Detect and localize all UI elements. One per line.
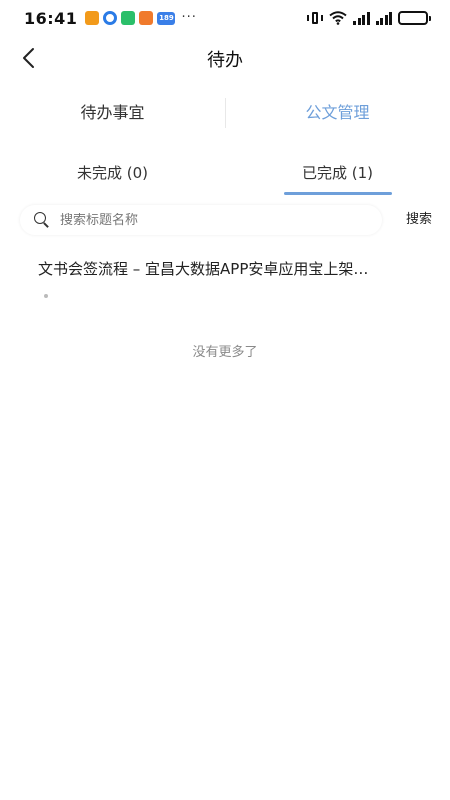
loading-dot [44,294,48,298]
settings-notification-icon [103,11,118,25]
message-notification-icon [121,11,136,25]
signal-strength-2-icon [375,11,392,25]
wifi-icon [329,11,347,25]
status-time: 16:41 [24,8,78,28]
no-more-text: 没有更多了 [192,345,258,360]
list-item[interactable]: 文书会签流程 – 宜昌大数据APP安卓应用宝上架… [38,254,418,284]
search-input[interactable] [60,212,360,228]
app-notification-icon [85,11,100,25]
battery-icon [398,11,431,25]
tab-incomplete[interactable]: 未完成 (0) [0,156,225,198]
tab-completed-label: 已完成 (1) [301,164,374,182]
search-box[interactable] [20,205,382,235]
signal-strength-icon [353,11,370,25]
status-tabs: 未完成 (0) 已完成 (1) [0,156,450,198]
search-button[interactable]: 搜索 [406,205,432,235]
carrier-189-icon: 189 [157,11,176,25]
chat-notification-icon [139,11,154,25]
list-item-title: 文书会签流程 – 宜昌大数据APP安卓应用宝上架… [38,260,369,278]
more-notifications-icon: ··· [181,10,197,25]
vibrate-icon [307,11,323,25]
status-bar: 16:41 189 ··· [0,0,450,36]
nav-bar: 待办 [0,36,450,80]
tab-pending-items[interactable]: 待办事宜 [0,92,225,134]
search-icon [34,212,50,228]
top-tabs: 待办事宜 公文管理 [0,92,450,134]
search-bar: 搜索 [20,205,432,235]
notification-icons: 189 ··· [85,11,196,25]
tab-document-management[interactable]: 公文管理 [225,92,450,134]
tab-divider [225,98,226,128]
tab-completed[interactable]: 已完成 (1) [225,156,450,198]
system-indicators [307,11,431,25]
active-tab-indicator [283,192,392,195]
page-title: 待办 [207,50,243,71]
